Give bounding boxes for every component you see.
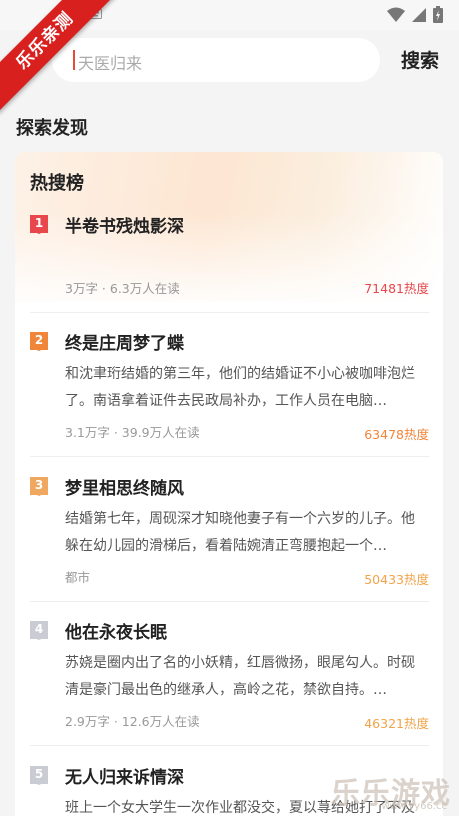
divider — [30, 745, 429, 746]
divider — [30, 312, 429, 313]
heat-value: 50433热度 — [364, 572, 429, 587]
book-title: 梦里相思终随风 — [65, 479, 184, 499]
book-description: 结婚第七年，周砚深才知晓他妻子有一个六岁的儿子。他躲在幼儿园的滑梯后，看着陆婉清… — [65, 511, 415, 554]
battery-icon — [433, 6, 443, 23]
hot-search-card: 热搜榜 1 半卷书残烛影深 3万字 · 6.3万人在读 71481热度 2 终是… — [15, 152, 443, 816]
book-title: 终是庄周梦了蝶 — [65, 334, 184, 354]
heat-value: 63478热度 — [364, 427, 429, 442]
search-button[interactable]: 搜索 — [401, 46, 439, 73]
heat-value: 71481热度 — [364, 281, 429, 296]
search-input[interactable]: 天医归来 — [52, 38, 380, 82]
search-bar: 天医归来 搜索 — [0, 38, 459, 84]
watermark-url: www.yy66.cc — [381, 801, 447, 812]
section-title: 探索发现 — [16, 118, 88, 139]
book-meta: 3.1万字 · 39.9万人在读 — [65, 425, 200, 440]
book-meta: 都市 — [65, 570, 91, 585]
book-meta: 2.9万字 · 12.6万人在读 — [65, 714, 200, 729]
book-title: 半卷书残烛影深 — [65, 217, 184, 237]
search-placeholder: 天医归来 — [78, 54, 143, 73]
book-description: 和沈聿珩结婚的第三年，他们的结婚证不小心被咖啡泡烂了。南语拿着证件去民政局补办，… — [65, 366, 415, 409]
signal-icon — [412, 7, 426, 22]
text-caret — [73, 50, 75, 70]
book-title: 无人归来诉情深 — [65, 768, 184, 788]
book-title: 他在永夜长眠 — [65, 623, 167, 643]
divider — [30, 456, 429, 457]
book-description: 苏娆是圈内出了名的小妖精，红唇微扬，眼尾勾人。时砚清是豪门最出色的继承人，高岭之… — [65, 655, 415, 698]
book-meta: 3万字 · 6.3万人在读 — [65, 281, 180, 296]
hot-list-title: 热搜榜 — [30, 173, 84, 194]
site-watermark: 乐乐游戏 www.yy66.cc — [331, 770, 451, 812]
wifi-icon — [387, 7, 405, 22]
divider — [30, 601, 429, 602]
heat-value: 46321热度 — [364, 716, 429, 731]
